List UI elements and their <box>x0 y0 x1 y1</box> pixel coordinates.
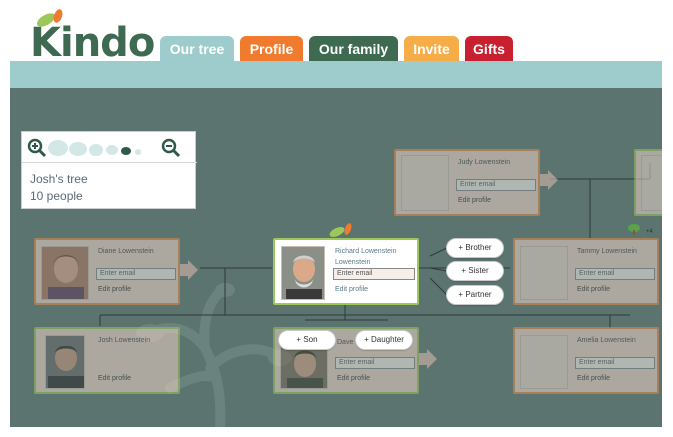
tab-content-bar <box>10 61 662 88</box>
person-name: Diane Lowenstein <box>98 248 154 255</box>
add-brother-button[interactable]: + Brother <box>446 238 504 258</box>
tab-gifts[interactable]: Gifts <box>465 36 513 62</box>
person-card-richard-selected[interactable]: Richard Lowenstein Lowenstein Enter emai… <box>273 238 419 305</box>
email-field[interactable]: Enter email <box>575 357 655 369</box>
person-photo-icon <box>46 336 84 388</box>
zoom-control <box>22 132 197 163</box>
person-name: Tammy Lowenstein <box>577 248 637 255</box>
kindo-leaf-icon <box>329 223 352 237</box>
add-daughter-button[interactable]: + Daughter <box>355 330 413 350</box>
person-card-josh[interactable]: Josh Lowenstein Edit profile <box>34 327 180 394</box>
edit-profile-link[interactable]: Edit profile <box>337 375 370 382</box>
email-field[interactable]: Enter email <box>575 268 655 280</box>
tree-name: Josh's tree <box>30 172 88 186</box>
expand-arrow-head[interactable] <box>427 349 437 369</box>
person-photo-icon <box>282 247 324 299</box>
add-partner-button[interactable]: + Partner <box>446 285 504 305</box>
person-name: Amelia Lowenstein <box>577 337 636 344</box>
person-name: Josh Lowenstein <box>98 337 151 344</box>
email-field[interactable]: Enter email <box>335 357 415 369</box>
zoom-level-slider[interactable] <box>46 138 154 158</box>
person-name: Judy Lowenstein <box>458 159 511 166</box>
richard-photo <box>281 246 325 300</box>
people-count: 10 people <box>30 189 83 203</box>
expand-arrow[interactable] <box>540 174 548 186</box>
person-card-amelia[interactable]: Amelia Lowenstein Enter email Edit profi… <box>513 327 659 394</box>
email-field[interactable]: Enter email <box>456 179 536 191</box>
diane-photo <box>41 246 89 300</box>
person-card-offscreen[interactable] <box>634 149 662 216</box>
add-son-button[interactable]: + Son <box>278 330 336 350</box>
edit-profile-link[interactable]: Edit profile <box>98 286 131 293</box>
edit-profile-link[interactable]: Edit profile <box>458 197 491 204</box>
tab-invite[interactable]: Invite <box>404 36 459 62</box>
expand-arrow[interactable] <box>419 353 427 365</box>
expand-arrow-head[interactable] <box>188 260 198 280</box>
edit-profile-link[interactable]: Edit profile <box>577 286 610 293</box>
person-card-judy[interactable]: Judy Lowenstein Enter email Edit profile <box>394 149 540 216</box>
hidden-relatives-count[interactable]: +4 <box>646 229 653 235</box>
email-field[interactable]: Enter email <box>333 268 415 280</box>
avatar-placeholder <box>520 246 568 300</box>
tab-our-family[interactable]: Our family <box>309 36 398 62</box>
tree-info-panel: Josh's tree 10 people <box>21 131 197 209</box>
avatar-placeholder <box>641 155 662 211</box>
expand-arrow-head[interactable] <box>548 170 558 190</box>
person-card-tammy[interactable]: Tammy Lowenstein Enter email Edit profil… <box>513 238 659 305</box>
person-card-diane[interactable]: Diane Lowenstein Enter email Edit profil… <box>34 238 180 305</box>
expand-arrow[interactable] <box>180 264 188 276</box>
add-sister-button[interactable]: + Sister <box>446 261 504 281</box>
kindo-logo[interactable]: Kindo <box>30 8 155 66</box>
zoom-in-icon[interactable] <box>27 138 47 158</box>
josh-photo <box>45 335 85 389</box>
avatar-placeholder <box>520 335 568 389</box>
person-name: Richard Lowenstein Lowenstein <box>335 248 397 266</box>
logo-text: Kindo <box>30 20 155 66</box>
tab-profile[interactable]: Profile <box>240 36 303 62</box>
kindo-app: Kindo Our tree Profile Our family Invite… <box>0 0 673 437</box>
email-field[interactable]: Enter email <box>96 268 176 280</box>
tree-badge-icon <box>628 224 640 235</box>
edit-profile-link[interactable]: Edit profile <box>577 375 610 382</box>
zoom-out-icon[interactable] <box>161 138 181 158</box>
tab-our-tree[interactable]: Our tree <box>160 36 234 62</box>
person-photo-icon <box>42 247 88 299</box>
avatar-placeholder <box>401 155 449 211</box>
edit-profile-link[interactable]: Edit profile <box>335 286 368 293</box>
edit-profile-link[interactable]: Edit profile <box>98 375 131 382</box>
